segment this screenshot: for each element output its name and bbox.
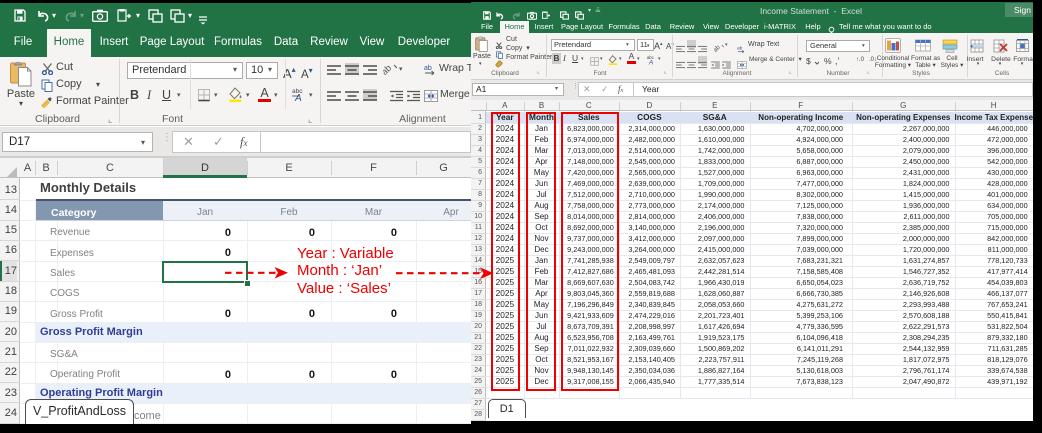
svg-text:ab: ab (424, 65, 432, 72)
svg-text:ab: ab (714, 44, 722, 52)
svg-text:A: A (294, 93, 302, 102)
svg-text:$: $ (806, 56, 811, 66)
svg-text:ab: ab (383, 63, 393, 75)
svg-text:A: A (648, 59, 654, 65)
svg-text:ab: ab (737, 46, 743, 51)
